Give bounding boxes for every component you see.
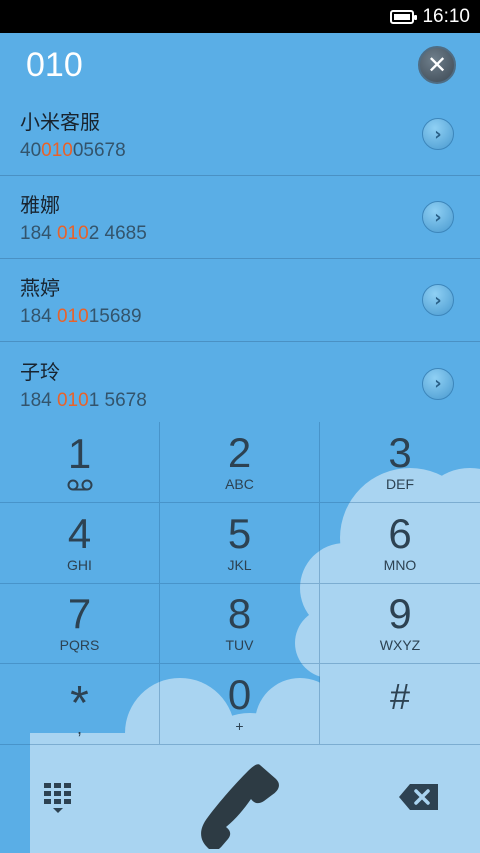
clear-icon[interactable]: ✕ [418,46,456,84]
chevron-right-icon[interactable]: › [422,284,454,316]
dialed-number[interactable]: 010 [26,46,83,85]
number-match: 010 [56,389,89,411]
contact-name: 小米客服 [20,110,100,134]
status-bar: 16:10 [0,0,480,33]
key-9[interactable]: 9 WXYZ [320,584,480,665]
number-match: 010 [41,140,73,161]
key-6[interactable]: 6 MNO [320,503,480,584]
contact-name: 子玲 [20,359,60,384]
bottom-bar [0,745,480,853]
key-3[interactable]: 3 DEF [320,422,480,503]
key-star[interactable]: * , [0,664,160,745]
key-7[interactable]: 7 PQRS [0,583,160,665]
list-item[interactable]: 子玲 184 0101 5678 › [0,342,480,425]
contact-number: 184 01015689 [20,306,142,327]
key-8[interactable]: 8 TUV [160,583,320,665]
backspace-icon[interactable] [398,783,440,811]
contact-name: 燕婷 [20,276,60,300]
key-hash[interactable]: # [320,664,480,745]
chevron-right-icon[interactable]: › [422,367,454,400]
list-item[interactable]: 小米客服 4001005678 › [0,93,480,176]
contact-number: 184 0101 5678 [20,389,147,411]
list-item[interactable]: 雅娜 184 0102 4685 › [0,176,480,259]
phone-icon[interactable] [198,757,290,849]
key-2[interactable]: 2 ABC [160,422,320,503]
contact-number: 184 0102 4685 [20,223,147,244]
chevron-right-icon[interactable]: › [422,201,454,233]
number-match: 010 [56,223,89,244]
contact-name: 雅娜 [20,193,60,217]
list-item[interactable]: 燕婷 184 01015689 › [0,259,480,342]
key-0[interactable]: 0 + [160,664,320,745]
key-4[interactable]: 4 GHI [0,502,160,584]
dial-keypad: 1 2 ABC 3 DEF 4 GHI 5 JKL 6 MNO 7 PQRS 8… [0,422,480,745]
dialpad-icon[interactable] [42,781,74,815]
number-match: 010 [56,306,89,327]
chevron-right-icon[interactable]: › [422,118,454,150]
contact-number: 4001005678 [20,140,126,161]
status-time: 16:10 [422,5,470,27]
dial-header: 010 ✕ [0,33,480,97]
key-1[interactable]: 1 [0,422,160,503]
voicemail-icon [67,479,92,491]
key-5[interactable]: 5 JKL [160,502,320,584]
battery-icon [390,9,418,24]
contact-list: 小米客服 4001005678 › 雅娜 184 0102 4685 › 燕婷 … [0,93,480,425]
